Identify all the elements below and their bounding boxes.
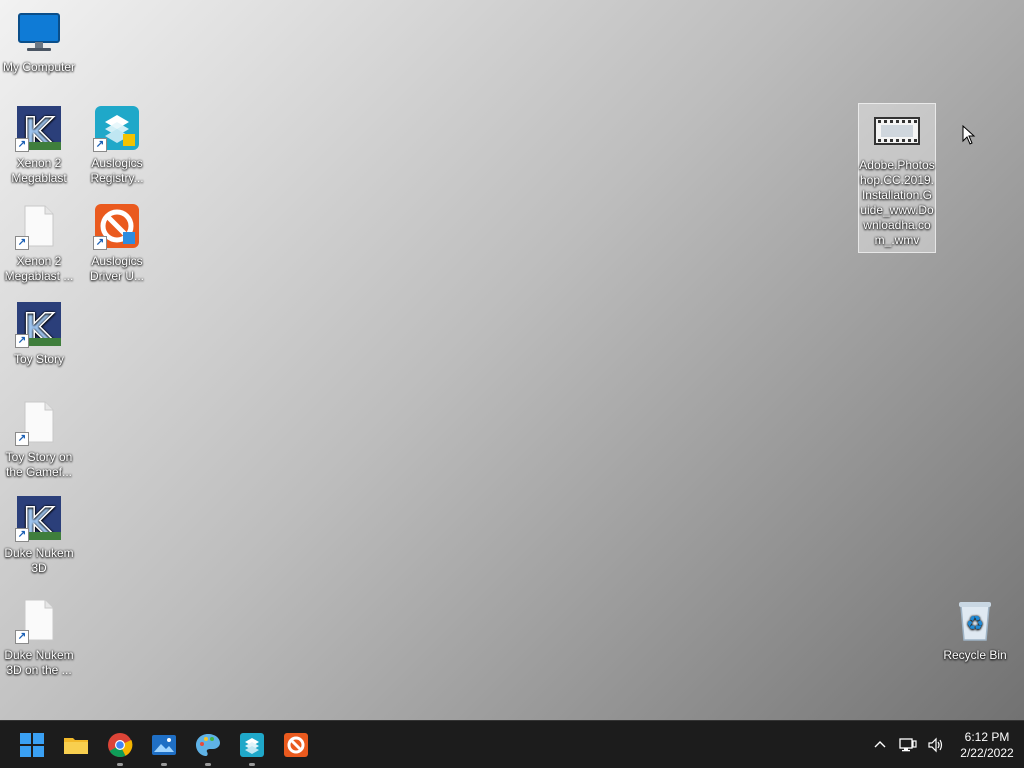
auslogics-registry-icon	[240, 733, 264, 757]
auslogics-driver-icon: ↗	[93, 202, 141, 250]
clock-time: 6:12 PM	[964, 730, 1010, 744]
auslogics-driver-desktop-icon[interactable]: ↗ Auslogics Driver U...	[78, 202, 156, 284]
taskbar-file-explorer[interactable]	[60, 729, 92, 761]
taskbar-paint[interactable]	[192, 729, 224, 766]
taskbar: 6:12 PM 2/22/2022	[0, 720, 1024, 768]
taskbar-auslogics-driver[interactable]	[280, 729, 312, 761]
k-app-icon: K ↗	[15, 104, 63, 157]
desktop-icon-label: My Computer	[2, 60, 76, 74]
desktop-icon-label: Adobe.Photoshop.CC.2019.Installation.Gui…	[859, 158, 935, 247]
file-explorer-icon	[64, 738, 88, 754]
k-app-icon: K ↗	[15, 494, 63, 547]
running-indicator	[161, 763, 167, 766]
start-button[interactable]	[16, 729, 48, 761]
desktop-icon-label: Duke Nukem 3D	[4, 546, 74, 575]
shortcut-arrow-icon: ↗	[93, 236, 107, 250]
desktop-icon-label: Auslogics Registry...	[90, 156, 144, 185]
photoshop-guide-video-desktop-icon[interactable]: Adobe.Photoshop.CC.2019.Installation.Gui…	[858, 103, 936, 253]
volume-icon[interactable]	[924, 733, 948, 757]
running-indicator	[205, 763, 211, 766]
blank-file-icon: ↗	[15, 596, 63, 644]
show-hidden-icons-chevron-icon[interactable]	[868, 733, 892, 757]
desktop-icon-label: Duke Nukem 3D on the ...	[4, 648, 74, 677]
duke-nukem-desktop-icon[interactable]: K ↗ Duke Nukem 3D	[0, 494, 78, 576]
shortcut-arrow-icon: ↗	[15, 334, 29, 348]
desktop-icon-label: Toy Story on the Gamef...	[5, 450, 73, 479]
desktop-icon-label: Xenon 2 Megablast ...	[4, 254, 74, 283]
network-icon[interactable]	[896, 733, 920, 757]
desktop-icon-label: Toy Story	[13, 352, 64, 366]
mouse-cursor-icon	[962, 124, 976, 150]
auslogics-driver-icon	[284, 733, 308, 757]
shortcut-arrow-icon: ↗	[15, 528, 29, 542]
recycle-bin-icon: ♻	[951, 596, 999, 644]
desktop-icon-label: Xenon 2 Megablast	[11, 156, 67, 185]
taskbar-photos[interactable]	[148, 729, 180, 766]
xenon2-megablast-desktop-icon[interactable]: K ↗ Xenon 2 Megablast	[0, 104, 78, 186]
toy-story-desktop-icon[interactable]: K ↗ Toy Story	[0, 300, 78, 367]
toy-story-doc-desktop-icon[interactable]: ↗ Toy Story on the Gamef...	[0, 398, 78, 480]
taskbar-chrome[interactable]	[104, 729, 136, 766]
monitor-icon	[15, 8, 63, 56]
duke-nukem-doc-desktop-icon[interactable]: ↗ Duke Nukem 3D on the ...	[0, 596, 78, 678]
paint-icon	[196, 734, 220, 756]
my-computer-desktop-icon[interactable]: My Computer	[0, 8, 78, 75]
clock-date: 2/22/2022	[960, 746, 1014, 760]
system-tray: 6:12 PM 2/22/2022	[866, 721, 1024, 768]
chrome-icon	[108, 733, 133, 758]
taskbar-auslogics-registry[interactable]	[236, 729, 268, 766]
running-indicator	[249, 763, 255, 766]
clock[interactable]: 6:12 PM 2/22/2022	[950, 729, 1024, 761]
photos-icon	[152, 735, 176, 755]
shortcut-arrow-icon: ↗	[15, 236, 29, 250]
xenon2-megablast-doc-desktop-icon[interactable]: ↗ Xenon 2 Megablast ...	[0, 202, 78, 284]
desktop-icon-label: Recycle Bin	[943, 648, 1007, 662]
shortcut-arrow-icon: ↗	[93, 138, 107, 152]
auslogics-registry-desktop-icon[interactable]: ↗ Auslogics Registry...	[78, 104, 156, 186]
shortcut-arrow-icon: ↗	[15, 138, 29, 152]
recycle-bin-desktop-icon[interactable]: ♻ Recycle Bin	[936, 596, 1014, 663]
desktop-icon-label: Auslogics Driver U...	[90, 254, 144, 283]
k-app-icon: K ↗	[15, 300, 63, 353]
shortcut-arrow-icon: ↗	[15, 630, 29, 644]
running-indicator	[117, 763, 123, 766]
desktop: My Computer K ↗ Xenon 2 Megablast ↗ Xeno…	[0, 0, 1024, 720]
start-icon	[20, 733, 44, 757]
shortcut-arrow-icon: ↗	[15, 432, 29, 446]
svg-text:♻: ♻	[966, 611, 984, 635]
video-file-icon	[873, 106, 921, 154]
blank-file-icon: ↗	[15, 202, 63, 250]
auslogics-registry-icon: ↗	[93, 104, 141, 152]
blank-file-icon: ↗	[15, 398, 63, 446]
